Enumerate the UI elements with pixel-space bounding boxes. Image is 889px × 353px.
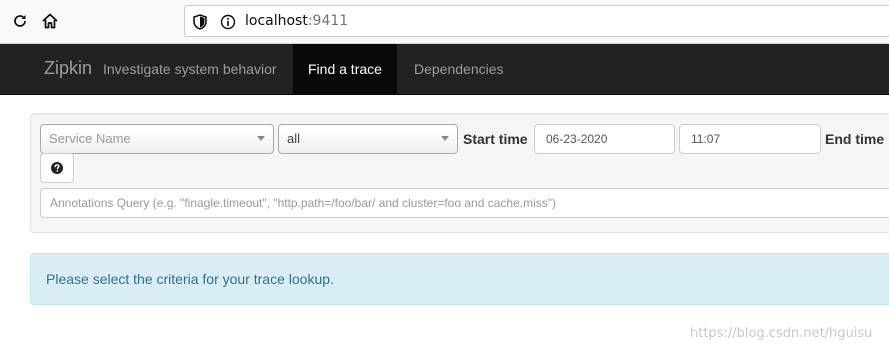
- info-icon[interactable]: [219, 13, 237, 31]
- nav-dependencies[interactable]: Dependencies: [399, 44, 519, 94]
- watermark: https://blog.csdn.net/hguisu: [690, 326, 873, 341]
- home-icon[interactable]: [38, 9, 62, 33]
- service-name-select[interactable]: Service Name: [40, 124, 274, 154]
- help-button[interactable]: [40, 153, 74, 183]
- shield-icon[interactable]: [191, 13, 209, 31]
- alert-message: Please select the criteria for your trac…: [46, 271, 334, 287]
- search-form: Service Name all Start time 06-23-2020 1…: [30, 113, 889, 233]
- reload-icon[interactable]: [8, 9, 32, 33]
- brand-logo[interactable]: Zipkin: [44, 58, 92, 79]
- start-time-input[interactable]: 11:07: [679, 124, 821, 154]
- url-text[interactable]: localhost:9411: [245, 12, 348, 30]
- start-time-label: Start time: [463, 131, 528, 147]
- service-name-placeholder: Service Name: [49, 131, 131, 146]
- chevron-down-icon: [257, 136, 265, 141]
- info-alert: Please select the criteria for your trac…: [30, 253, 889, 305]
- url-host: localhost: [245, 13, 308, 29]
- brand-tagline: Investigate system behavior: [103, 61, 277, 77]
- address-bar[interactable]: localhost:9411: [184, 5, 889, 37]
- span-name-value: all: [287, 131, 301, 146]
- end-time-label: End time: [825, 131, 885, 147]
- question-icon: [51, 162, 63, 174]
- annotations-query-input[interactable]: Annotations Query (e.g. "finagle.timeout…: [40, 188, 889, 218]
- zipkin-navbar: Zipkin Investigate system behavior Find …: [0, 44, 889, 95]
- chevron-down-icon: [441, 136, 449, 141]
- nav-find-a-trace[interactable]: Find a trace: [293, 44, 397, 94]
- url-port: :9411: [307, 13, 349, 29]
- start-date-input[interactable]: 06-23-2020: [534, 124, 675, 154]
- browser-toolbar: localhost:9411: [0, 0, 889, 44]
- span-name-select[interactable]: all: [278, 124, 458, 154]
